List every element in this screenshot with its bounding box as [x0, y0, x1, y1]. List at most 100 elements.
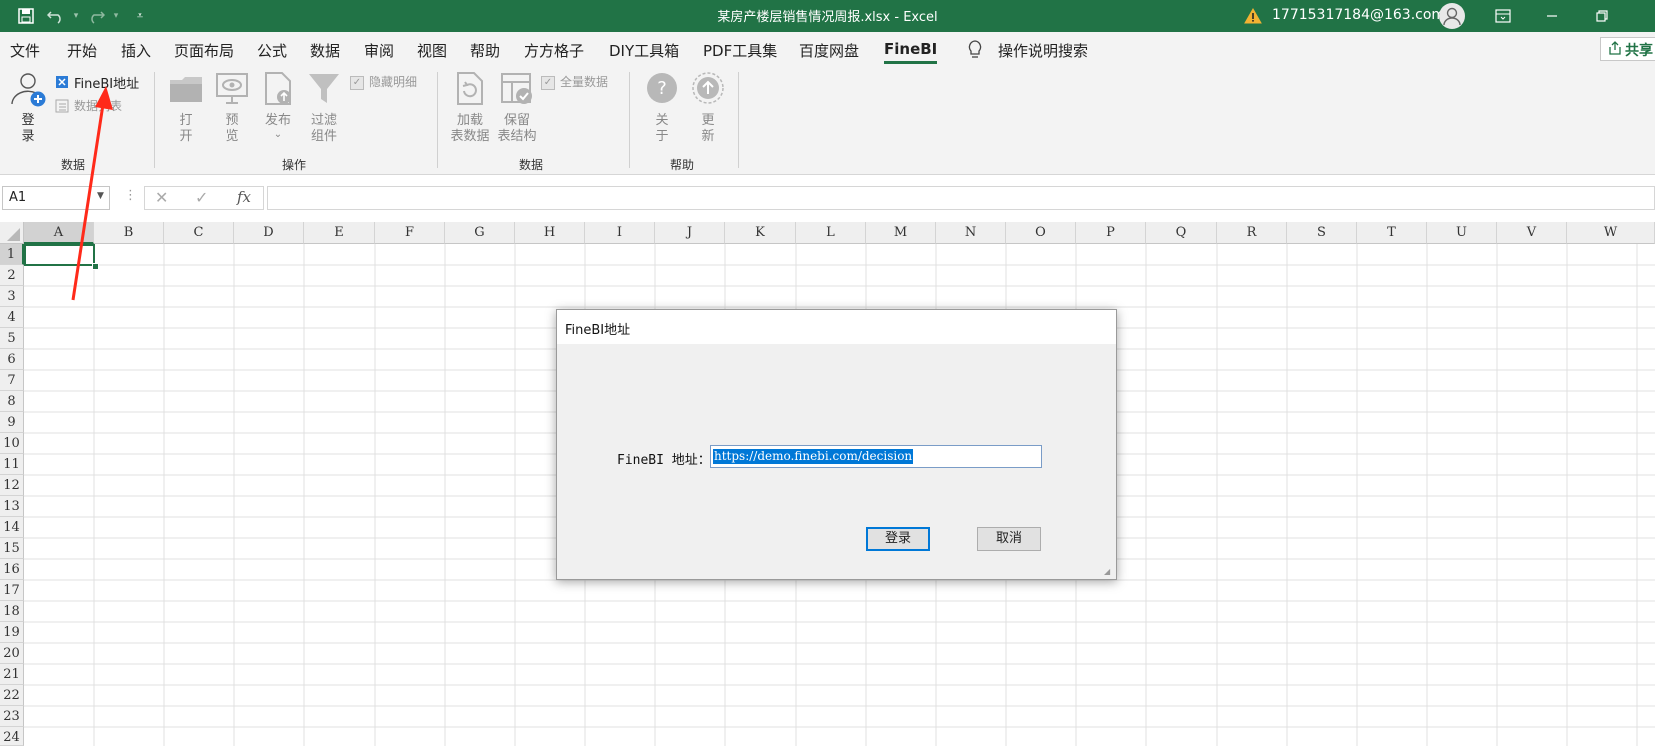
column-header[interactable]: E: [304, 222, 375, 244]
row-header[interactable]: 18: [0, 601, 24, 622]
dialog-title-bar[interactable]: FineBI地址: [557, 310, 1116, 344]
row-header[interactable]: 19: [0, 622, 24, 643]
login-label: 登 录: [21, 113, 35, 144]
account-email[interactable]: 17715317184@163.com: [1272, 7, 1445, 23]
confirm-entry-icon[interactable]: ✓: [195, 188, 208, 207]
row-header[interactable]: 16: [0, 559, 24, 580]
minimize-icon[interactable]: [1542, 6, 1562, 26]
folder-icon: [168, 72, 204, 110]
tell-me-search[interactable]: 操作说明搜索: [998, 40, 1088, 61]
group-label-operations: 操作: [282, 158, 307, 172]
row-header[interactable]: 2: [0, 265, 24, 286]
about-button[interactable]: ? 关 于: [644, 72, 680, 148]
column-header[interactable]: P: [1076, 222, 1146, 244]
column-header[interactable]: K: [725, 222, 796, 244]
group-separator: [437, 72, 438, 168]
tab-page-layout[interactable]: 页面布局: [174, 40, 234, 61]
tab-view[interactable]: 视图: [417, 40, 447, 61]
undo-dropdown-icon[interactable]: ▾: [66, 6, 86, 26]
row-header[interactable]: 15: [0, 538, 24, 559]
column-header[interactable]: V: [1497, 222, 1567, 244]
column-header[interactable]: M: [866, 222, 936, 244]
row-header[interactable]: 9: [0, 412, 24, 433]
row-header[interactable]: 22: [0, 685, 24, 706]
column-header[interactable]: G: [445, 222, 515, 244]
cancel-entry-icon[interactable]: ✕: [155, 188, 168, 207]
tab-review[interactable]: 审阅: [364, 40, 394, 61]
keep-table-structure-button[interactable]: 保留 表结构: [495, 72, 539, 148]
load-table-data-button[interactable]: 加载 表数据: [448, 72, 492, 148]
tab-finebi[interactable]: FineBI: [884, 40, 938, 64]
row-header[interactable]: 17: [0, 580, 24, 601]
ribbon-display-options-icon[interactable]: [1493, 6, 1513, 26]
tab-help[interactable]: 帮助: [470, 40, 500, 61]
update-label: 更 新: [701, 113, 715, 144]
tab-baidu-netdisk[interactable]: 百度网盘: [799, 40, 859, 61]
column-header[interactable]: H: [515, 222, 585, 244]
row-header[interactable]: 3: [0, 286, 24, 307]
row-header[interactable]: 11: [0, 454, 24, 475]
open-button[interactable]: 打 开: [166, 72, 206, 148]
column-header[interactable]: W: [1567, 222, 1655, 244]
column-header[interactable]: I: [585, 222, 655, 244]
select-all-corner[interactable]: [0, 222, 24, 244]
column-header[interactable]: J: [655, 222, 725, 244]
avatar[interactable]: [1439, 3, 1465, 29]
login-ribbon-button[interactable]: 登 录: [6, 72, 50, 148]
publish-button[interactable]: 发布 ⌄: [258, 72, 298, 148]
filter-component-button[interactable]: 过滤 组件: [304, 72, 344, 148]
row-header[interactable]: 6: [0, 349, 24, 370]
resize-grip-icon[interactable]: ◢: [1104, 567, 1110, 576]
update-button[interactable]: 更 新: [690, 72, 726, 148]
row-header[interactable]: 4: [0, 307, 24, 328]
row-header[interactable]: 24: [0, 727, 24, 746]
restore-icon[interactable]: [1592, 6, 1612, 26]
column-header[interactable]: D: [234, 222, 304, 244]
column-header[interactable]: S: [1287, 222, 1357, 244]
column-header[interactable]: N: [936, 222, 1006, 244]
tab-home[interactable]: 开始: [67, 40, 97, 61]
row-header[interactable]: 13: [0, 496, 24, 517]
column-header[interactable]: T: [1357, 222, 1427, 244]
row-header[interactable]: 8: [0, 391, 24, 412]
tab-formulas[interactable]: 公式: [257, 40, 287, 61]
row-header[interactable]: 5: [0, 328, 24, 349]
tab-data[interactable]: 数据: [310, 40, 340, 61]
row-header[interactable]: 21: [0, 664, 24, 685]
save-icon[interactable]: [16, 6, 36, 26]
customize-quick-access-icon[interactable]: ⩡: [130, 6, 150, 26]
checkbox-icon: ✓: [350, 76, 364, 90]
column-header[interactable]: R: [1217, 222, 1287, 244]
tab-diy-toolbox[interactable]: DIY工具箱: [609, 40, 679, 61]
column-header[interactable]: F: [375, 222, 445, 244]
tab-insert[interactable]: 插入: [121, 40, 151, 61]
login-button[interactable]: 登录: [866, 527, 930, 551]
insert-function-icon[interactable]: fx: [237, 188, 251, 206]
row-header[interactable]: 20: [0, 643, 24, 664]
tab-fangfang[interactable]: 方方格子: [524, 40, 584, 61]
column-header[interactable]: U: [1427, 222, 1497, 244]
redo-icon[interactable]: [86, 6, 106, 26]
cancel-button[interactable]: 取消: [977, 527, 1041, 551]
column-header[interactable]: L: [796, 222, 866, 244]
tab-file[interactable]: 文件: [10, 40, 40, 61]
row-header[interactable]: 23: [0, 706, 24, 727]
preview-button[interactable]: 预 览: [212, 72, 252, 148]
warning-icon[interactable]: [1243, 6, 1263, 26]
column-header[interactable]: Q: [1146, 222, 1217, 244]
column-header[interactable]: O: [1006, 222, 1076, 244]
row-header[interactable]: 14: [0, 517, 24, 538]
undo-icon[interactable]: [46, 6, 66, 26]
row-header[interactable]: 1: [0, 244, 24, 265]
row-header[interactable]: 7: [0, 370, 24, 391]
address-input[interactable]: https://demo.finebi.com/decision: [710, 445, 1042, 468]
row-header[interactable]: 12: [0, 475, 24, 496]
name-box-value: A1: [9, 190, 27, 205]
tab-pdf-tools[interactable]: PDF工具集: [703, 40, 777, 61]
share-button[interactable]: 共享: [1600, 37, 1655, 61]
column-header[interactable]: C: [164, 222, 234, 244]
row-header[interactable]: 10: [0, 433, 24, 454]
formula-input[interactable]: [267, 186, 1655, 210]
redo-dropdown-icon[interactable]: ▾: [106, 6, 126, 26]
ribbon-finebi: 登 录 FineBI地址 数据列表 数据 打 开 预 览 发布 ⌄: [0, 66, 1655, 175]
